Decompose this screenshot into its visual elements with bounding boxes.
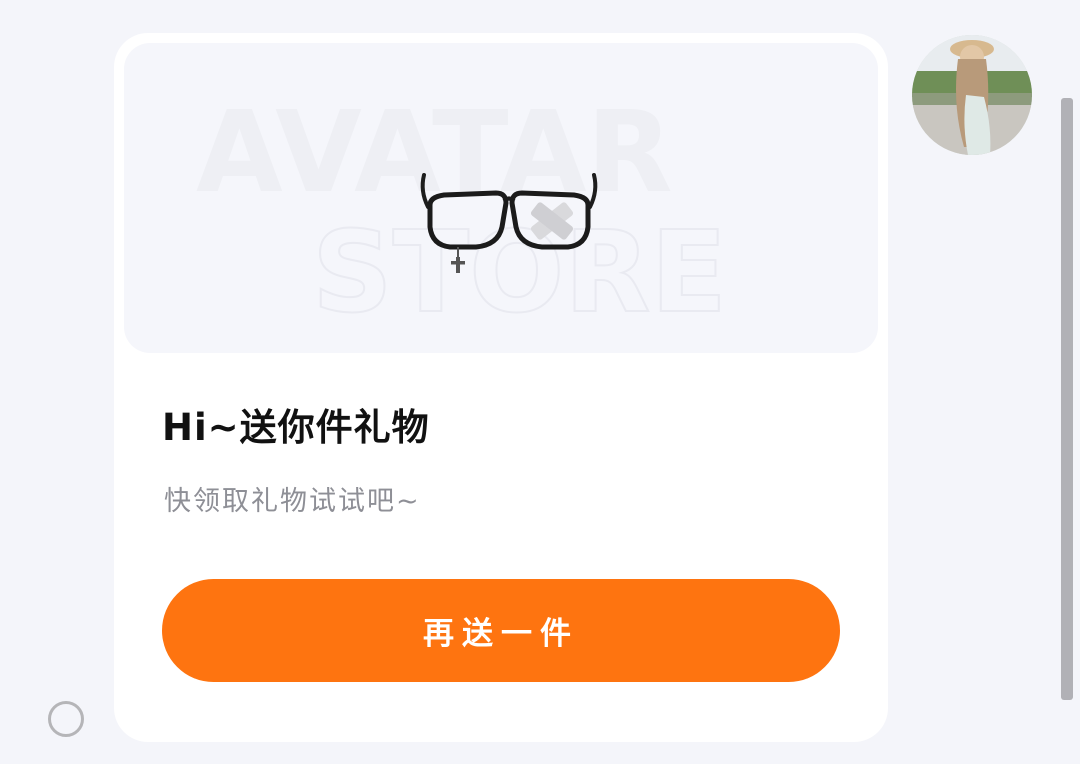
gift-banner: AVATAR STORE (124, 43, 878, 353)
send-again-button[interactable]: 再送一件 (162, 579, 840, 682)
circle-icon[interactable] (48, 701, 84, 737)
gift-subtitle: 快领取礼物试试吧~ (164, 486, 421, 517)
glasses-icon (420, 173, 598, 273)
gift-card: AVATAR STORE Hi~送你件礼物 快领取礼物试试吧~ 再送一件 (114, 33, 888, 742)
scrollbar-thumb[interactable] (1061, 98, 1073, 700)
gift-title: Hi~送你件礼物 (162, 406, 430, 449)
avatar-photo (912, 35, 1032, 155)
user-avatar-icon[interactable] (912, 35, 1032, 155)
